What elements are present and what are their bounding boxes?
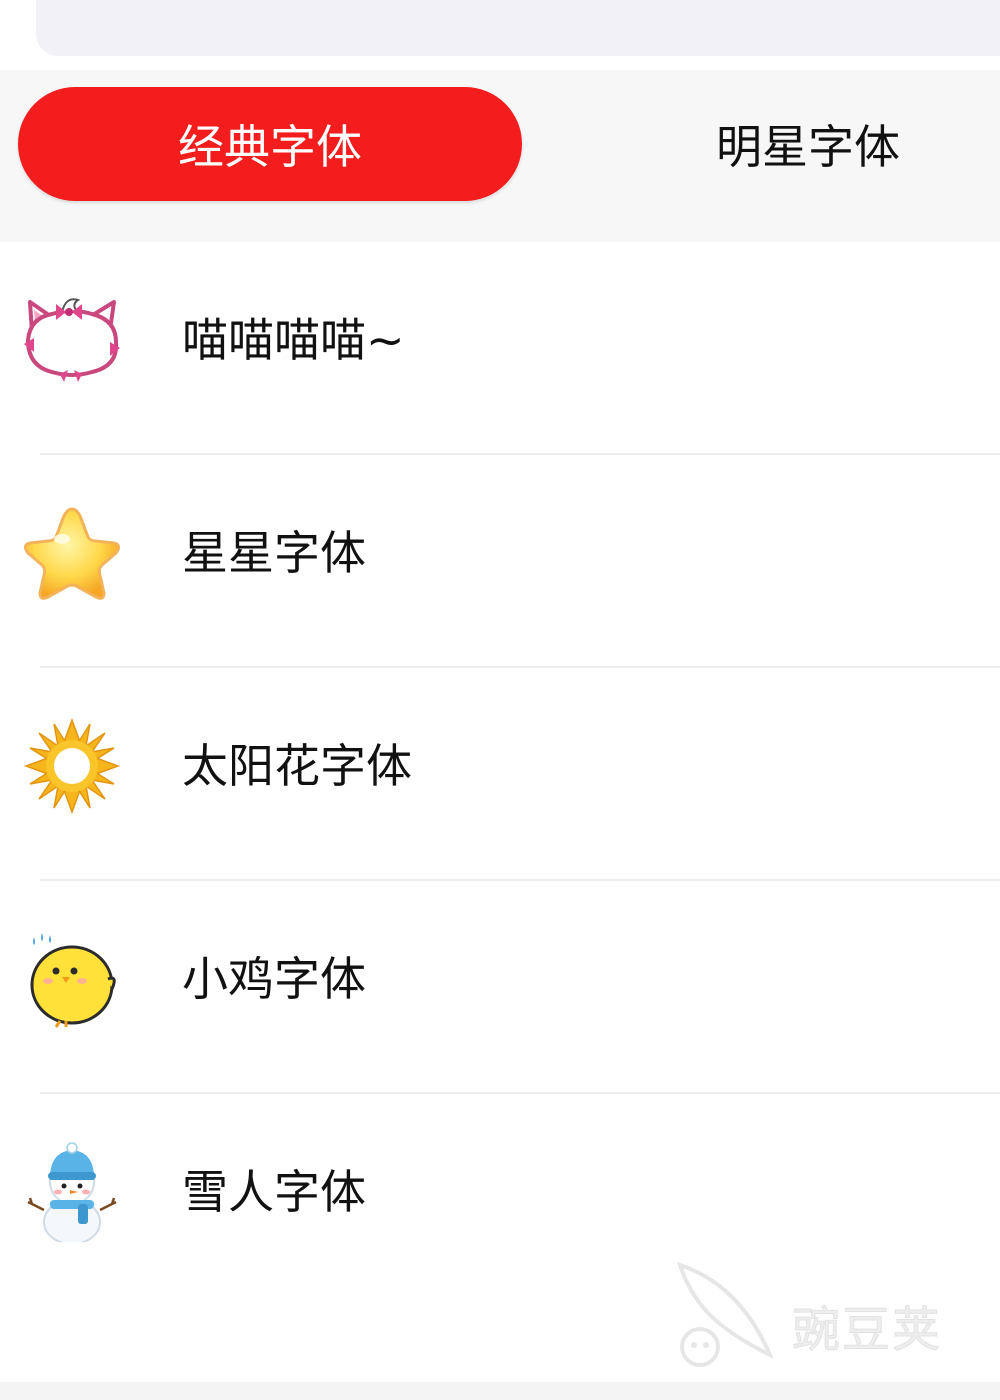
- cat-face-icon: [22, 290, 122, 390]
- bottom-strip: [0, 1382, 1000, 1400]
- tab-celebrity-fonts[interactable]: 明星字体: [560, 87, 1000, 201]
- font-name-label: 喵喵喵喵~: [182, 313, 405, 367]
- star-icon: [22, 503, 122, 603]
- font-name-label: 太阳花字体: [182, 739, 412, 793]
- font-list: 喵喵喵喵~ 星星字体 太阳花字体 小鸡字体 雪人字体: [0, 242, 1000, 1307]
- sunflower-icon: [22, 716, 122, 816]
- tab-classic-fonts-label: 经典字体: [178, 120, 362, 174]
- top-input-box[interactable]: [36, 0, 1000, 56]
- list-item-star-font[interactable]: 星星字体: [0, 455, 1000, 668]
- watermark-text: 豌豆荚: [791, 1302, 943, 1359]
- tab-classic-fonts[interactable]: 经典字体: [18, 87, 522, 201]
- chick-icon: [22, 929, 122, 1029]
- pea-pod-icon: [676, 1261, 774, 1367]
- list-item-cat-font[interactable]: 喵喵喵喵~: [0, 242, 1000, 455]
- font-name-label: 小鸡字体: [182, 952, 366, 1006]
- font-name-label: 雪人字体: [182, 1165, 366, 1219]
- list-item-sunflower-font[interactable]: 太阳花字体: [0, 668, 1000, 881]
- list-item-chick-font[interactable]: 小鸡字体: [0, 881, 1000, 1094]
- top-area: [0, 0, 1000, 70]
- snowman-icon: [22, 1142, 122, 1245]
- font-name-label: 星星字体: [182, 526, 366, 580]
- font-style-page: 经典字体 明星字体 喵喵喵喵~ 星星字体 太阳花字体 小鸡字体 雪人字体 豌豆荚: [0, 0, 1000, 1400]
- tab-celebrity-fonts-label: 明星字体: [716, 120, 900, 174]
- font-category-tab-bar: 经典字体 明星字体: [0, 70, 1000, 242]
